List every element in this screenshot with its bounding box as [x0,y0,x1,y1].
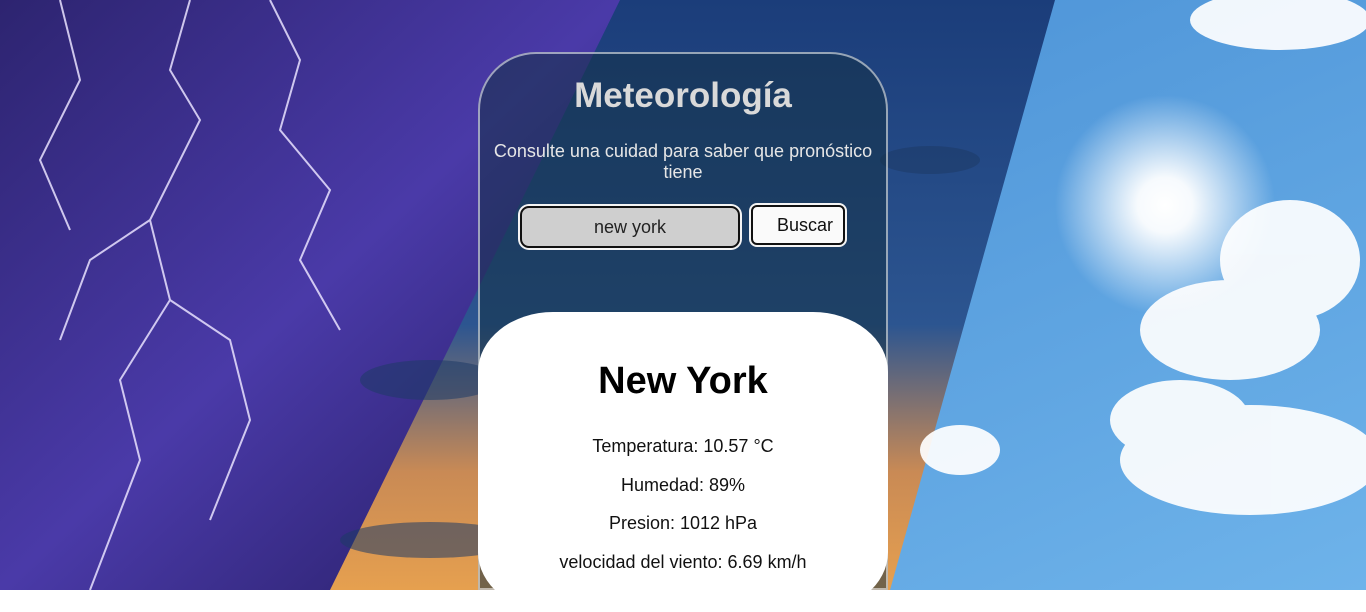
page-subtitle: Consulte una cuidad para saber que pronó… [493,141,873,182]
search-button[interactable]: Buscar [751,205,845,245]
wind-speed-value: velocidad del viento: 6.69 km/h [559,552,807,572]
temperature-value: Temperatura: 10.57 °C [592,436,774,456]
city-name: New York [598,360,768,402]
page-title: Meteorología [574,76,792,115]
city-search-input[interactable] [520,206,740,248]
weather-result-card: New York Temperatura: 10.57 °C Humedad: … [478,312,888,612]
pressure-value: Presion: 1012 hPa [608,513,758,533]
humidity-value: Humedad: 89% [620,475,746,495]
